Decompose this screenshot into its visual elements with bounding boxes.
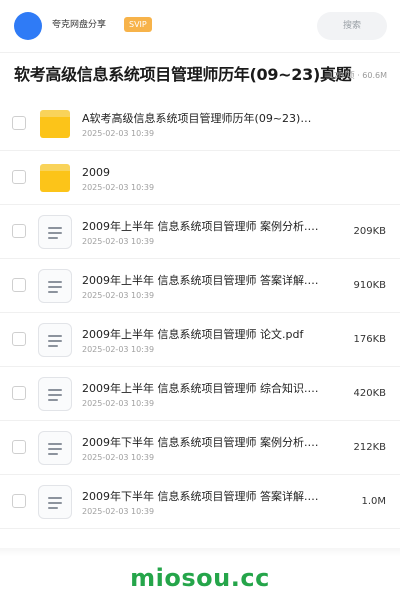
- select-checkbox[interactable]: [12, 116, 26, 130]
- file-row[interactable]: 2009年上半年 信息系统项目管理师 论文.pdf 2025-02-03 10:3…: [0, 313, 400, 367]
- file-date: 2025-02-03 10:39: [82, 345, 155, 354]
- file-date: 2025-02-03 10:39: [82, 129, 155, 138]
- select-checkbox[interactable]: [12, 278, 26, 292]
- document-icon: [38, 269, 72, 303]
- file-date: 2025-02-03 10:39: [82, 399, 155, 408]
- file-size: 212KB: [353, 442, 386, 453]
- file-name: 2009年下半年 信息系统项目管理师 答案详解.p…: [82, 490, 322, 503]
- app-name: 夸克网盘分享: [52, 20, 107, 30]
- file-name: 2009年上半年 信息系统项目管理师 案例分析.p…: [82, 220, 322, 233]
- svip-badge: SVIP: [124, 17, 152, 32]
- select-checkbox[interactable]: [12, 332, 26, 346]
- document-icon: [38, 323, 72, 357]
- document-icon: [38, 377, 72, 411]
- document-icon: [38, 215, 72, 249]
- file-list: A软考高级信息系统项目管理师历年(09~23)真题 2025-02-03 10:3…: [0, 97, 400, 529]
- file-row[interactable]: 2009年上半年 信息系统项目管理师 答案详解.p… 2025-02-03 10:…: [0, 259, 400, 313]
- file-row[interactable]: 2009年上半年 信息系统项目管理师 案例分析.p… 2025-02-03 10:…: [0, 205, 400, 259]
- folder-icon: [38, 161, 72, 195]
- page-title: 软考高级信息系统项目管理师历年(09~23)真题: [14, 65, 352, 84]
- file-name: 2009年上半年 信息系统项目管理师 答案详解.p…: [82, 274, 322, 287]
- file-size: 209KB: [353, 226, 386, 237]
- file-name: 2009年上半年 信息系统项目管理师 综合知识.p…: [82, 382, 322, 395]
- file-row[interactable]: 2009年下半年 信息系统项目管理师 答案详解.p… 2025-02-03 10:…: [0, 475, 400, 529]
- file-row[interactable]: 2009 2025-02-03 10:39: [0, 151, 400, 205]
- document-icon: [38, 485, 72, 519]
- footer-shadow: [0, 548, 400, 556]
- file-size: 910KB: [353, 280, 386, 291]
- share-title-row: 软考高级信息系统项目管理师历年(09~23)真题 129 项 · 60.6M: [0, 53, 400, 97]
- file-name: 2009: [82, 166, 110, 179]
- avatar[interactable]: [14, 12, 42, 40]
- select-checkbox[interactable]: [12, 440, 26, 454]
- file-size: 1.0M: [361, 496, 386, 507]
- select-checkbox[interactable]: [12, 224, 26, 238]
- select-checkbox[interactable]: [12, 494, 26, 508]
- file-row[interactable]: A软考高级信息系统项目管理师历年(09~23)真题 2025-02-03 10:3…: [0, 97, 400, 151]
- watermark-text: miosou.cc: [130, 564, 270, 592]
- select-checkbox[interactable]: [12, 170, 26, 184]
- search-button[interactable]: 搜索: [317, 12, 387, 40]
- folder-icon: [38, 107, 72, 141]
- file-size: 176KB: [353, 334, 386, 345]
- file-row[interactable]: 2009年下半年 信息系统项目管理师 案例分析.p… 2025-02-03 10:…: [0, 421, 400, 475]
- top-bar: 夸克网盘分享 SVIP 搜索: [0, 0, 400, 52]
- file-name: A软考高级信息系统项目管理师历年(09~23)真题: [82, 112, 322, 125]
- file-date: 2025-02-03 10:39: [82, 183, 155, 192]
- select-checkbox[interactable]: [12, 386, 26, 400]
- file-date: 2025-02-03 10:39: [82, 507, 155, 516]
- file-size: 420KB: [353, 388, 386, 399]
- file-date: 2025-02-03 10:39: [82, 453, 155, 462]
- document-icon: [38, 431, 72, 465]
- file-date: 2025-02-03 10:39: [82, 237, 155, 246]
- file-name: 2009年下半年 信息系统项目管理师 案例分析.p…: [82, 436, 322, 449]
- file-row[interactable]: 2009年上半年 信息系统项目管理师 综合知识.p… 2025-02-03 10:…: [0, 367, 400, 421]
- file-date: 2025-02-03 10:39: [82, 291, 155, 300]
- file-name: 2009年上半年 信息系统项目管理师 论文.pdf: [82, 328, 304, 341]
- share-meta: 129 项 · 60.6M: [328, 71, 387, 80]
